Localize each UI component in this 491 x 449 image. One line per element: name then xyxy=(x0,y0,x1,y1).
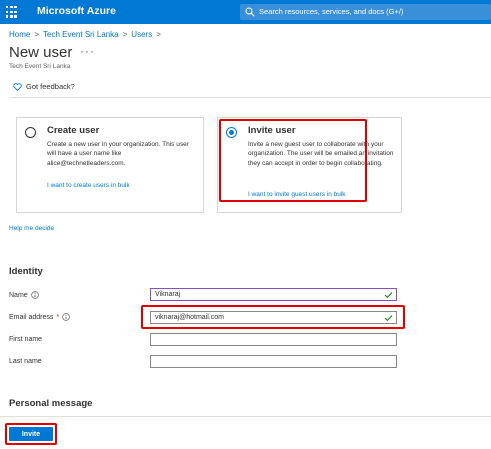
breadcrumb-home[interactable]: Home xyxy=(9,30,30,39)
first-name-input[interactable] xyxy=(150,333,397,346)
email-label-text: Email address xyxy=(9,313,54,321)
header-divider xyxy=(9,97,491,98)
footer-divider xyxy=(0,416,491,417)
name-input-value: Viknaraj xyxy=(155,291,181,298)
name-input[interactable]: Viknaraj xyxy=(150,288,397,301)
breadcrumb-users[interactable]: Users xyxy=(131,30,152,39)
breadcrumb: Home > Tech Event Sri Lanka > Users > xyxy=(9,30,165,39)
name-label: Name xyxy=(9,291,39,299)
search-input[interactable]: Search resources, services, and docs (G+… xyxy=(259,7,403,16)
invite-button[interactable]: Invite xyxy=(9,427,53,441)
email-label: Email address * xyxy=(9,313,70,321)
last-name-label-text: Last name xyxy=(9,358,42,365)
page-title: New user xyxy=(9,44,73,61)
email-input-value: viknaraj@hotmail.com xyxy=(155,314,224,321)
invite-user-title: Invite user xyxy=(248,125,296,136)
checkmark-icon xyxy=(384,315,393,322)
name-label-text: Name xyxy=(9,291,28,299)
more-options-icon[interactable]: ··· xyxy=(80,44,95,58)
info-icon[interactable] xyxy=(30,291,39,299)
page-subtitle: Tech Event Sri Lanka xyxy=(9,63,71,70)
feedback-label: Got feedback? xyxy=(26,82,75,91)
first-name-label: First name xyxy=(9,336,42,343)
feedback-button[interactable]: Got feedback? xyxy=(13,82,75,91)
breadcrumb-separator: > xyxy=(122,30,128,39)
identity-section-title: Identity xyxy=(9,266,43,277)
invite-user-radio[interactable] xyxy=(226,127,237,138)
breadcrumb-tenant[interactable]: Tech Event Sri Lanka xyxy=(43,30,119,39)
create-user-radio[interactable] xyxy=(25,127,36,138)
required-marker: * xyxy=(56,313,60,321)
last-name-input[interactable] xyxy=(150,355,397,368)
email-input[interactable]: viknaraj@hotmail.com xyxy=(150,311,397,324)
invite-user-description: Invite a new guest user to collaborate w… xyxy=(248,141,394,167)
search-icon xyxy=(245,7,255,17)
heart-icon xyxy=(13,82,22,91)
last-name-label: Last name xyxy=(9,358,42,365)
brand-title[interactable]: Microsoft Azure xyxy=(37,5,116,17)
invite-users-bulk-link[interactable]: I want to invite guest users in bulk xyxy=(248,191,346,198)
first-name-label-text: First name xyxy=(9,336,43,343)
personal-message-title: Personal message xyxy=(9,398,93,409)
checkmark-icon xyxy=(384,292,393,299)
breadcrumb-separator: > xyxy=(34,30,40,39)
create-user-option[interactable]: Create user Create a new user in your or… xyxy=(16,117,204,213)
invite-user-option[interactable]: Invite user Invite a new guest user to c… xyxy=(217,117,402,213)
global-search-box[interactable]: Search resources, services, and docs (G+… xyxy=(240,4,491,20)
azure-top-bar: Microsoft Azure Search resources, servic… xyxy=(0,0,491,24)
create-users-bulk-link[interactable]: I want to create users in bulk xyxy=(47,182,130,189)
create-user-title: Create user xyxy=(47,125,100,136)
info-icon[interactable] xyxy=(62,313,70,321)
create-user-description: Create a new user in your organization. … xyxy=(47,141,189,167)
app-launcher-icon[interactable] xyxy=(6,6,18,18)
help-me-decide-link[interactable]: Help me decide xyxy=(9,225,54,232)
breadcrumb-separator: > xyxy=(156,30,161,39)
